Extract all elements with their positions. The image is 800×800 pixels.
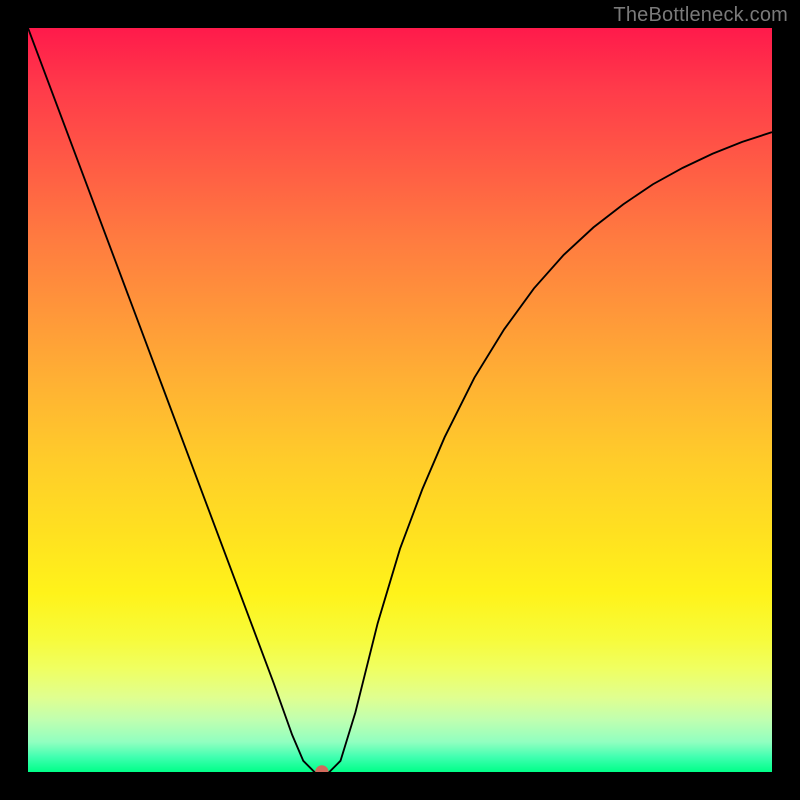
minimum-marker [315,765,328,772]
bottleneck-curve [28,28,772,772]
chart-frame: TheBottleneck.com [0,0,800,800]
curve-path [28,28,772,772]
plot-area [28,28,772,772]
attribution-text: TheBottleneck.com [613,4,788,27]
